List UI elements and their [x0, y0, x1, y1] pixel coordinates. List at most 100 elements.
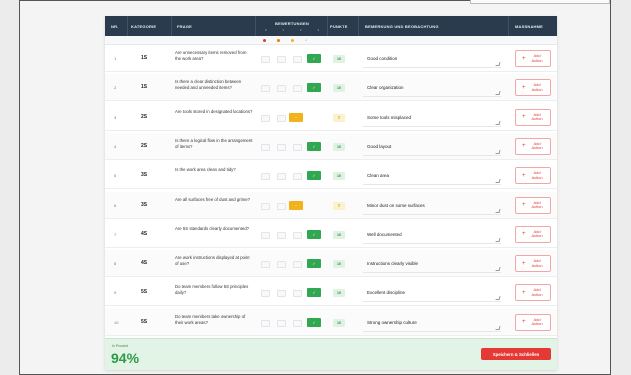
rating-option-0[interactable]	[261, 290, 270, 298]
header-nr: NR.	[111, 23, 119, 29]
save-close-button[interactable]: Speichern & Schließen	[481, 348, 551, 360]
resize-handle-icon[interactable]	[495, 62, 501, 66]
rating-option-0[interactable]	[261, 261, 270, 269]
add-action-button[interactable]: + Add Action	[515, 167, 551, 185]
rating-option-1[interactable]	[277, 173, 286, 181]
remark-textarea[interactable]: Clear organization	[363, 80, 501, 98]
rating-option-2[interactable]	[293, 143, 302, 151]
row-points: 7	[333, 201, 345, 210]
rating-selected[interactable]: ✓	[307, 141, 321, 151]
add-action-button[interactable]: + Add Action	[515, 255, 551, 273]
row-question: Are work instructions displayed at point…	[175, 255, 250, 267]
rating-option-0[interactable]	[261, 231, 270, 239]
rating-option-1[interactable]	[277, 143, 286, 151]
add-action-button[interactable]: + Add Action	[515, 50, 551, 67]
remark-text: Clean area	[367, 173, 390, 179]
row-category: 2S	[141, 113, 148, 120]
add-action-button[interactable]: + Add Action	[515, 196, 551, 214]
rating-option-2[interactable]	[293, 261, 302, 269]
rating-selected[interactable]: ✓	[307, 317, 321, 327]
plus-icon: +	[522, 289, 526, 296]
remark-textarea[interactable]: Well documented	[363, 227, 501, 244]
rating-option-0[interactable]	[261, 173, 270, 181]
add-action-button[interactable]: + Add Action	[515, 137, 551, 155]
audit-panel: NR. KATEGORIE FRAGE BEWERTUNGEN 0 1 2 3 …	[105, 16, 557, 370]
add-action-button[interactable]: + Add Action	[515, 284, 551, 302]
resize-handle-icon[interactable]	[495, 325, 501, 330]
rating-scale-0: 0	[264, 28, 267, 32]
table-row: 2 1S Is there a clear distinction between …	[105, 74, 557, 102]
rating-legend-row: ✓	[105, 36, 557, 45]
rating-option-1[interactable]	[277, 202, 286, 210]
rating-option-1[interactable]	[277, 261, 286, 269]
rating-option-0[interactable]	[261, 114, 270, 122]
rating-option-1[interactable]	[277, 114, 286, 122]
rating-option-0[interactable]	[261, 319, 270, 327]
rating-option-0[interactable]	[261, 143, 270, 151]
row-number: 9	[114, 290, 117, 296]
resize-handle-icon[interactable]	[495, 120, 501, 125]
row-category: 3S	[141, 201, 148, 208]
rating-option-1[interactable]	[277, 231, 286, 239]
resize-handle-icon[interactable]	[495, 179, 501, 184]
add-action-button[interactable]: + Add Action	[515, 313, 551, 331]
rating-option-0[interactable]	[261, 56, 270, 63]
resize-handle-icon[interactable]	[495, 296, 501, 301]
plus-icon: +	[522, 114, 526, 121]
remark-textarea[interactable]: Excellent discipline	[363, 285, 501, 303]
rating-selected[interactable]: ~	[289, 112, 303, 122]
add-action-label: Add Action	[531, 228, 543, 239]
remark-textarea[interactable]: Clean area	[363, 168, 501, 186]
rating-option-0[interactable]	[261, 202, 270, 210]
row-category: 5S	[141, 289, 148, 296]
legend-check-label: ✓	[305, 38, 308, 42]
add-action-label: Add Action	[531, 258, 543, 268]
remark-textarea[interactable]: Good layout	[363, 139, 501, 156]
remark-textarea[interactable]: Strong ownership culture	[363, 315, 501, 332]
row-number: 10	[114, 319, 119, 325]
rating-selected[interactable]: ✓	[307, 171, 321, 181]
score-label: In Prozent	[112, 344, 128, 348]
rating-option-2[interactable]	[293, 290, 302, 298]
row-category: 4S	[141, 260, 148, 267]
row-number: 2	[114, 85, 117, 91]
resize-handle-icon[interactable]	[495, 149, 501, 154]
add-action-label: Add Action	[531, 82, 543, 92]
plus-icon: +	[522, 231, 526, 238]
row-question: Are all surfaces free of dust and grime?	[175, 196, 250, 202]
header-points: PUNKTE	[330, 23, 348, 29]
rating-selected[interactable]: ~	[289, 200, 303, 210]
add-action-button[interactable]: + Add Action	[515, 79, 551, 97]
resize-handle-icon[interactable]	[495, 267, 501, 272]
rating-option-1[interactable]	[277, 56, 286, 63]
resize-handle-icon[interactable]	[495, 91, 501, 96]
row-points: 10	[333, 318, 345, 327]
add-action-label: Add Action	[531, 53, 543, 63]
rating-selected[interactable]: ✓	[307, 288, 321, 298]
rating-option-2[interactable]	[293, 85, 302, 93]
row-points: 10	[333, 84, 345, 93]
rating-option-2[interactable]	[293, 173, 302, 181]
resize-handle-icon[interactable]	[495, 237, 501, 242]
rating-option-2[interactable]	[293, 56, 302, 63]
rating-option-2[interactable]	[293, 231, 302, 239]
rating-selected[interactable]: ✓	[307, 83, 321, 93]
rating-selected[interactable]: ✓	[307, 229, 321, 239]
rating-option-1[interactable]	[277, 85, 286, 93]
rating-option-0[interactable]	[261, 85, 270, 93]
remark-textarea[interactable]: Some tools misplaced	[363, 110, 501, 127]
remark-textarea[interactable]: Minor dust on some surfaces	[363, 198, 501, 215]
rating-option-1[interactable]	[277, 290, 286, 298]
rating-selected[interactable]: ✓	[307, 259, 321, 269]
rating-selected[interactable]: ✓	[307, 54, 321, 63]
remark-textarea[interactable]: Good condition	[363, 51, 501, 68]
rating-option-2[interactable]	[293, 319, 302, 327]
resize-handle-icon[interactable]	[495, 208, 501, 213]
add-action-label: Add Action	[531, 316, 543, 327]
rating-option-1[interactable]	[277, 319, 286, 327]
add-action-button[interactable]: + Add Action	[515, 225, 551, 243]
row-number: 1	[114, 56, 117, 61]
add-action-button[interactable]: + Add Action	[515, 108, 551, 126]
remark-textarea[interactable]: Instructions clearly visible	[363, 256, 501, 274]
row-points: 10	[333, 289, 345, 298]
